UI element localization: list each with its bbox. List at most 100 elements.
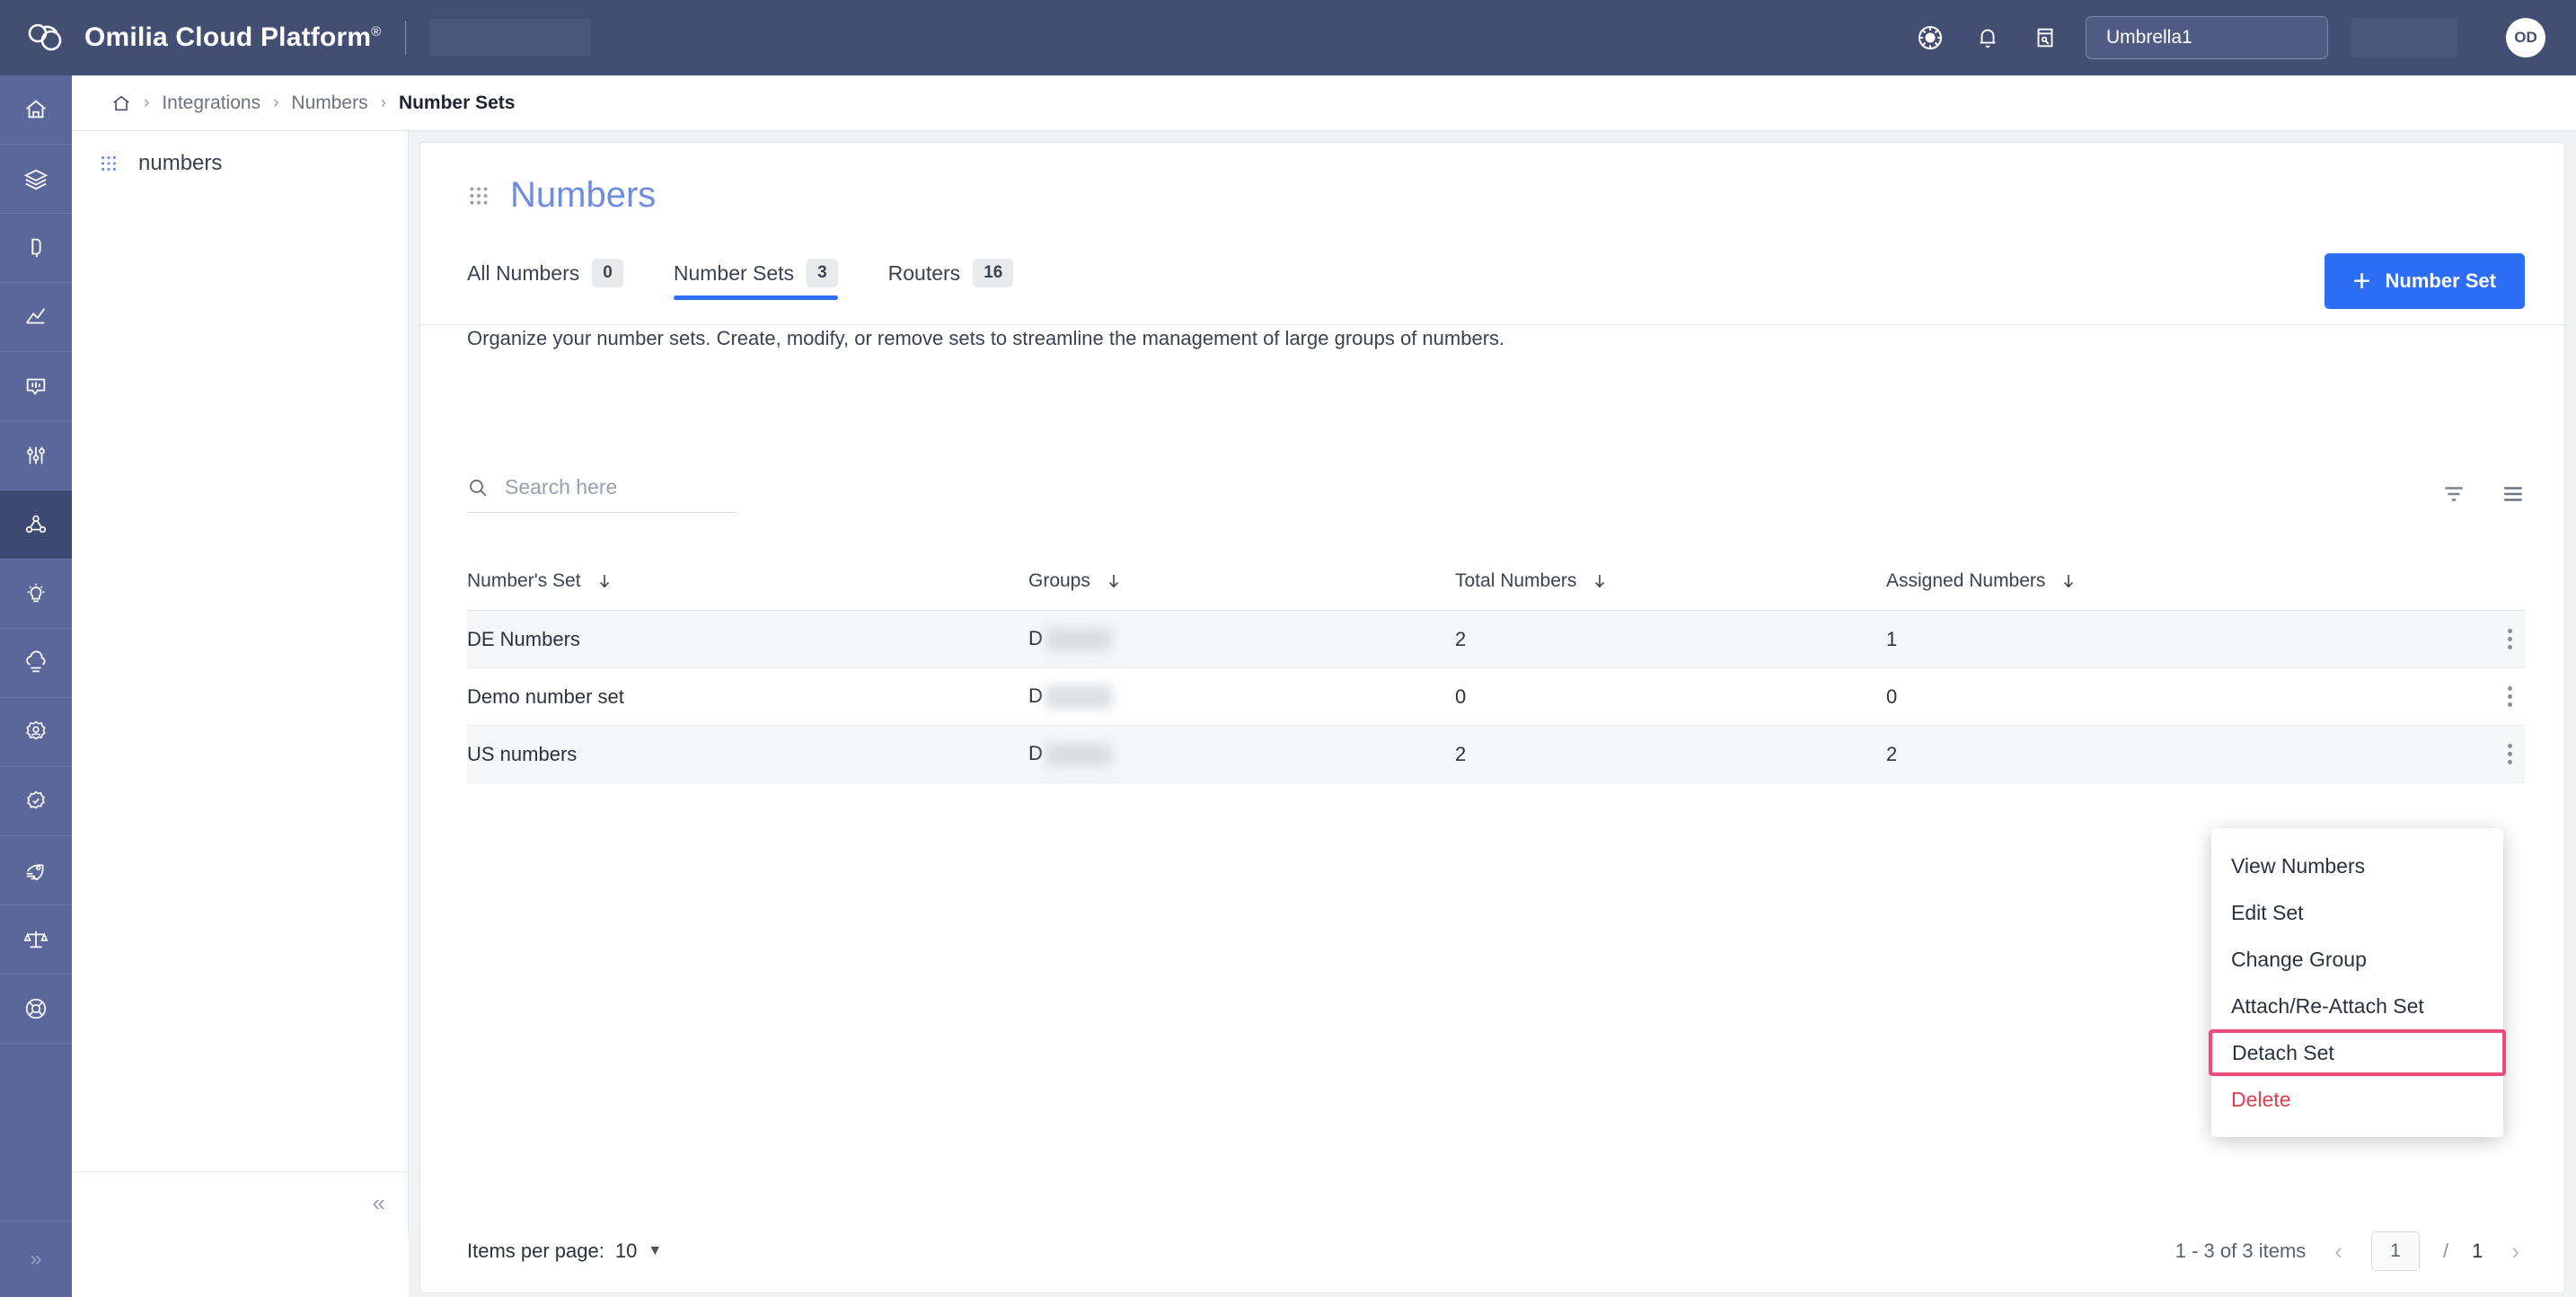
add-number-set-label: Number Set: [2385, 269, 2496, 292]
column-header-number-set[interactable]: Number's Set: [467, 570, 1028, 592]
sidebar-item-deployments[interactable]: [0, 836, 72, 905]
menu-item-attach-reattach-set[interactable]: Attach/Re-Attach Set: [2211, 983, 2503, 1029]
tab-all-numbers-badge: 0: [592, 259, 623, 287]
search-box[interactable]: [467, 475, 737, 513]
brand[interactable]: Omilia Cloud Platform®: [0, 19, 591, 57]
pagination-controls: 1 - 3 of 3 items ‹ 1 / 1 ›: [2175, 1231, 2525, 1271]
cell-assigned-numbers: 0: [1886, 684, 1898, 708]
list-icon[interactable]: [2501, 482, 2525, 506]
dot-grid-icon: [99, 154, 119, 173]
sort-arrow-down-icon: [595, 572, 613, 590]
chevron-left-icon[interactable]: ‹: [2329, 1238, 2348, 1266]
search-icon: [467, 477, 489, 499]
sidebar-item-layers[interactable]: [0, 145, 72, 214]
header-divider: [404, 21, 406, 55]
tab-number-sets[interactable]: Number Sets 3: [673, 259, 838, 300]
cell-actions: [2317, 686, 2525, 707]
column-header-total-numbers[interactable]: Total Numbers: [1455, 570, 1886, 592]
cell-number-set: Demo number set: [467, 684, 624, 708]
registered-mark: ®: [371, 24, 382, 40]
breadcrumb-item-integrations[interactable]: Integrations: [162, 93, 260, 114]
chevron-double-right-icon: »: [30, 1247, 42, 1271]
note-edit-icon[interactable]: [2028, 21, 2062, 55]
column-header-groups[interactable]: Groups: [1028, 570, 1455, 592]
sidebar-item-tuning[interactable]: [0, 421, 72, 490]
sidebar-item-home[interactable]: [0, 75, 72, 145]
page-title: Numbers: [510, 175, 657, 215]
sidebar-item-conversations[interactable]: [0, 352, 72, 421]
table-row[interactable]: US numbers D 2 2: [467, 726, 2525, 783]
sidebar-item-cloud[interactable]: [0, 629, 72, 698]
items-per-page-value: 10: [614, 1240, 638, 1262]
sidebar-item-insights[interactable]: [0, 560, 72, 629]
sidebar-item-analytics[interactable]: [0, 283, 72, 352]
sidebar-item-integrations[interactable]: [0, 490, 72, 560]
search-input[interactable]: [505, 475, 711, 499]
table-view-tools: [2442, 482, 2525, 506]
avatar[interactable]: OD: [2506, 18, 2545, 57]
tenant-label: Umbrella1: [2106, 27, 2192, 48]
filter-icon[interactable]: [2442, 482, 2466, 506]
redacted-group-name: [1045, 628, 1112, 652]
menu-item-detach-set[interactable]: Detach Set: [2209, 1029, 2506, 1076]
cloud-lines-icon: [23, 650, 49, 675]
home-icon: [23, 97, 49, 122]
microphone-icon: [23, 235, 49, 260]
accessibility-icon[interactable]: [1913, 21, 1947, 55]
tab-bar: All Numbers 0 Number Sets 3 Routers 16: [420, 216, 2564, 300]
tab-routers-badge: 16: [973, 259, 1014, 287]
breadcrumb-separator-3: ›: [380, 93, 386, 112]
cell-number-set: US numbers: [467, 742, 578, 765]
sidebar-item-numbers[interactable]: numbers: [72, 131, 408, 196]
table-row[interactable]: Demo number set D 0 0: [467, 668, 2525, 726]
chevron-right-icon[interactable]: ›: [2506, 1238, 2525, 1266]
subpanel-collapse-button[interactable]: «: [72, 1171, 409, 1234]
tab-routers[interactable]: Routers 16: [888, 259, 1014, 300]
menu-item-delete[interactable]: Delete: [2211, 1076, 2503, 1123]
column-header-groups-label: Groups: [1028, 569, 1090, 591]
breadcrumb-separator-1: ›: [144, 93, 150, 112]
cell-groups-prefix: D: [1028, 684, 1043, 707]
bell-icon[interactable]: [1971, 21, 2005, 55]
rail-collapse-button[interactable]: »: [0, 1222, 72, 1297]
badge-check-icon: [23, 789, 49, 814]
cell-total-numbers: 0: [1455, 684, 1467, 708]
sidebar-item-quality[interactable]: [0, 767, 72, 836]
menu-item-view-numbers[interactable]: View Numbers: [2211, 843, 2503, 889]
sidebar-item-compliance[interactable]: [0, 905, 72, 975]
items-per-page-selector[interactable]: Items per page: 10 ▼: [467, 1240, 662, 1263]
sidebar-item-accounts[interactable]: [0, 698, 72, 767]
column-header-assigned-numbers[interactable]: Assigned Numbers: [1886, 570, 2317, 592]
cell-assigned-numbers: 1: [1886, 627, 1898, 650]
tab-all-numbers[interactable]: All Numbers 0: [467, 259, 623, 300]
kebab-menu-icon[interactable]: [2508, 744, 2512, 764]
kebab-menu-icon[interactable]: [2508, 629, 2512, 649]
page-title-icon: [467, 184, 490, 207]
secondary-sidebar: numbers «: [72, 131, 409, 1234]
plus-icon: +: [2352, 264, 2371, 298]
table-row[interactable]: DE Numbers D 2 1: [467, 611, 2525, 668]
add-number-set-button[interactable]: + Number Set: [2324, 253, 2525, 309]
breadcrumb-separator-2: ›: [273, 93, 279, 112]
sort-arrow-down-icon: [2060, 572, 2078, 590]
breadcrumb-home-icon[interactable]: [111, 93, 131, 113]
page-number-input[interactable]: 1: [2370, 1231, 2420, 1271]
tab-bar-divider: [420, 324, 2564, 325]
tab-routers-label: Routers: [887, 260, 961, 285]
header-placeholder-block: [428, 19, 591, 57]
sidebar-item-support[interactable]: [0, 975, 72, 1044]
kebab-menu-icon[interactable]: [2508, 686, 2512, 707]
menu-item-edit-set[interactable]: Edit Set: [2211, 889, 2503, 936]
sidebar-item-voice[interactable]: [0, 214, 72, 283]
menu-item-change-group[interactable]: Change Group: [2211, 936, 2503, 983]
cell-actions: [2317, 744, 2525, 764]
top-header: Omilia Cloud Platform® Umbrella1 OD: [0, 0, 2576, 75]
redacted-group-name: [1045, 743, 1112, 767]
items-per-page-label: Items per page:: [467, 1240, 604, 1262]
redacted-group-name: [1045, 685, 1112, 710]
breadcrumb-item-numbers[interactable]: Numbers: [291, 93, 367, 114]
tenant-selector[interactable]: Umbrella1: [2086, 16, 2328, 59]
brand-title: Omilia Cloud Platform®: [84, 22, 382, 52]
nodes-network-icon: [23, 512, 49, 537]
header-actions: Umbrella1 OD: [1913, 16, 2576, 59]
